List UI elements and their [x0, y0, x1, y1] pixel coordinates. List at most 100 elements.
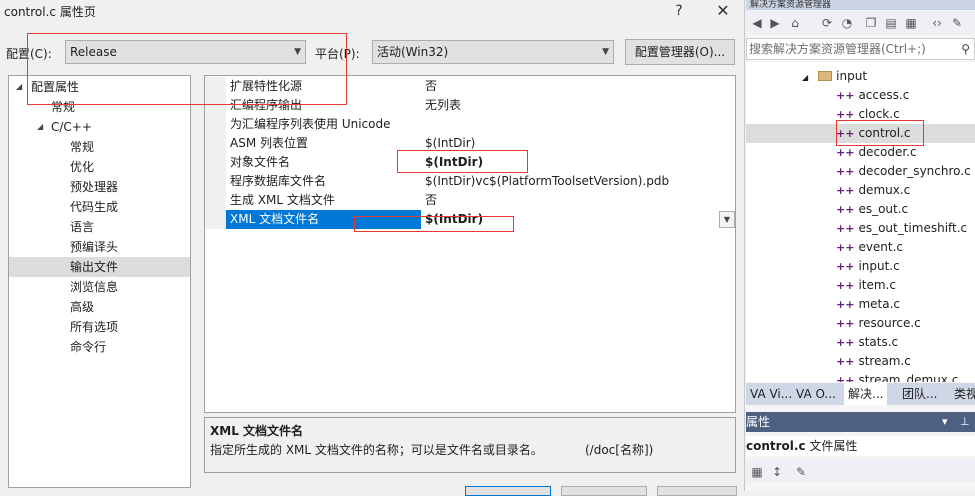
copy-icon[interactable]: ❐ [862, 14, 880, 32]
properties-icon[interactable]: ▦ [902, 14, 920, 32]
tree-item[interactable]: 代码生成 [9, 197, 190, 217]
file-item[interactable]: ++ clock.c [836, 105, 900, 124]
file-label: es_out.c [858, 202, 909, 216]
file-item[interactable]: ++ input.c [836, 257, 900, 276]
tab-team[interactable]: 团队... [898, 383, 941, 405]
grid-row[interactable]: 程序数据库文件名 $(IntDir)vc$(PlatformToolsetVer… [205, 172, 735, 191]
property-grid[interactable]: 扩展特性化源 否 汇编程序输出 无列表 为汇编程序列表使用 Unicode AS… [204, 75, 736, 413]
platform-select[interactable]: 活动(Win32) ▼ [372, 40, 614, 64]
tab-solution-explorer[interactable]: 解决... [844, 383, 888, 405]
help-button[interactable]: ? [664, 0, 694, 22]
grid-row[interactable]: 生成 XML 文档文件 否 [205, 191, 735, 210]
file-item[interactable]: ++ stream.c [836, 352, 911, 371]
file-item[interactable]: ++ decoder.c [836, 143, 917, 162]
tree-item[interactable]: 语言 [9, 217, 190, 237]
properties-object-type: 文件属性 [809, 439, 858, 453]
file-label: stream_demux.c [858, 373, 959, 382]
c-file-icon: ++ [836, 89, 855, 102]
tree-item[interactable]: 高级 [9, 297, 190, 317]
file-item-selected[interactable]: ++ control.c [746, 124, 975, 143]
tree-item[interactable]: 优化 [9, 157, 190, 177]
grid-prop-value-editor[interactable]: $(IntDir) [421, 210, 483, 229]
c-file-icon: ++ [836, 127, 855, 140]
grid-row[interactable]: 扩展特性化源 否 [205, 77, 735, 96]
home-icon[interactable]: ⌂ [786, 14, 804, 32]
dropdown-icon[interactable]: ▾ [942, 412, 948, 432]
code-icon[interactable]: ‹› [928, 14, 946, 32]
property-pages-dialog: control.c 属性页 ? ✕ 配置(C): Release ▼ 平台(P)… [0, 0, 745, 496]
back-icon[interactable]: ◀ [748, 14, 766, 32]
grid-prop-name: XML 文档文件名 [226, 210, 421, 229]
grid-row[interactable]: ASM 列表位置 $(IntDir) [205, 134, 735, 153]
pin-icon[interactable]: ⊥ [960, 412, 970, 432]
file-item[interactable]: ++ es_out_timeshift.c [836, 219, 967, 238]
close-icon[interactable]: ✕ [708, 0, 738, 22]
ok-button[interactable] [465, 486, 551, 496]
tree-item[interactable]: 命令行 [9, 337, 190, 357]
platform-label: 平台(P): [315, 47, 360, 61]
grid-prop-value[interactable]: 否 [421, 77, 437, 96]
file-item[interactable]: ++ stats.c [836, 333, 898, 352]
tree-item[interactable]: 常规 [9, 137, 190, 157]
tree-item[interactable]: 预编译头 [9, 237, 190, 257]
collapse-icon[interactable]: ▤ [882, 14, 900, 32]
file-label: control.c [858, 126, 911, 140]
grid-prop-value[interactable]: $(IntDir)vc$(PlatformToolsetVersion).pdb [421, 172, 669, 191]
config-select[interactable]: Release ▼ [65, 40, 306, 64]
forward-icon[interactable]: ▶ [766, 14, 784, 32]
c-file-icon: ++ [836, 298, 855, 311]
property-tree[interactable]: ◢ 配置属性 常规 ◢ C/C++ 常规 优化 预处理器 代码生成 语言 预编译… [8, 75, 191, 488]
tab-va-view[interactable]: VA Vi... [746, 383, 796, 405]
solution-tree[interactable]: ◢ input ++ access.c ++ clock.c ++ control.c … [746, 62, 975, 382]
cancel-button[interactable] [561, 486, 647, 496]
categorized-icon[interactable]: ▦ [748, 463, 766, 481]
grid-prop-value[interactable]: $(IntDir) [421, 153, 483, 172]
file-item[interactable]: ++ access.c [836, 86, 909, 105]
tree-item-config-properties[interactable]: 配置属性 [9, 77, 190, 97]
file-item[interactable]: ++ demux.c [836, 181, 910, 200]
file-item[interactable]: ++ stream_demux.c [836, 371, 958, 382]
dialog-title: control.c 属性页 [4, 5, 96, 19]
folder-input[interactable]: ◢ input [802, 67, 867, 86]
file-item[interactable]: ++ es_out.c [836, 200, 908, 219]
file-label: stream.c [858, 354, 911, 368]
file-item[interactable]: ++ resource.c [836, 314, 921, 333]
grid-row-selected[interactable]: XML 文档文件名 $(IntDir) [205, 210, 735, 229]
grid-row[interactable]: 汇编程序输出 无列表 [205, 96, 735, 115]
chevron-down-icon[interactable]: ▼ [719, 211, 735, 228]
file-item[interactable]: ++ item.c [836, 276, 896, 295]
properties-object-selector[interactable]: control.c 文件属性 [746, 436, 975, 456]
grid-gutter [205, 96, 226, 115]
tree-item-cpp[interactable]: C/C++ [9, 117, 190, 137]
tree-item[interactable]: 预处理器 [9, 177, 190, 197]
folder-icon [818, 71, 833, 81]
tab-class-view[interactable]: 类视 [950, 383, 975, 405]
apply-button[interactable] [657, 486, 737, 496]
solution-search-input[interactable]: 搜索解决方案资源管理器(Ctrl+;) ⚲ [746, 38, 975, 60]
history-icon[interactable]: ◔ [838, 14, 856, 32]
tab-va-outline[interactable]: VA O... [792, 383, 840, 405]
tree-item[interactable]: 浏览信息 [9, 277, 190, 297]
file-label: decoder_synchro.c [858, 164, 971, 178]
grid-row[interactable]: 对象文件名 $(IntDir) [205, 153, 735, 172]
expand-arrow-icon[interactable]: ◢ [802, 73, 808, 82]
wrench-icon[interactable]: ✎ [792, 463, 810, 481]
grid-prop-value[interactable]: $(IntDir) [421, 134, 475, 153]
sync-icon[interactable]: ⟳ [818, 14, 836, 32]
wrench-icon[interactable]: ✎ [948, 14, 966, 32]
tree-item[interactable]: 所有选项 [9, 317, 190, 337]
c-file-icon: ++ [836, 241, 855, 254]
tree-item-output-files[interactable]: 输出文件 [9, 257, 190, 277]
file-label: meta.c [858, 297, 900, 311]
sort-alpha-icon[interactable]: ↕ [768, 463, 786, 481]
config-manager-button[interactable]: 配置管理器(O)... [625, 39, 735, 65]
file-item[interactable]: ++ decoder_synchro.c [836, 162, 971, 181]
file-item[interactable]: ++ event.c [836, 238, 903, 257]
grid-row[interactable]: 为汇编程序列表使用 Unicode [205, 115, 735, 134]
grid-gutter [205, 77, 226, 96]
file-item[interactable]: ++ meta.c [836, 295, 900, 314]
grid-prop-value[interactable]: 无列表 [421, 96, 461, 115]
search-icon[interactable]: ⚲ [961, 39, 970, 59]
tree-item[interactable]: 常规 [9, 97, 190, 117]
grid-prop-value[interactable]: 否 [421, 191, 437, 210]
